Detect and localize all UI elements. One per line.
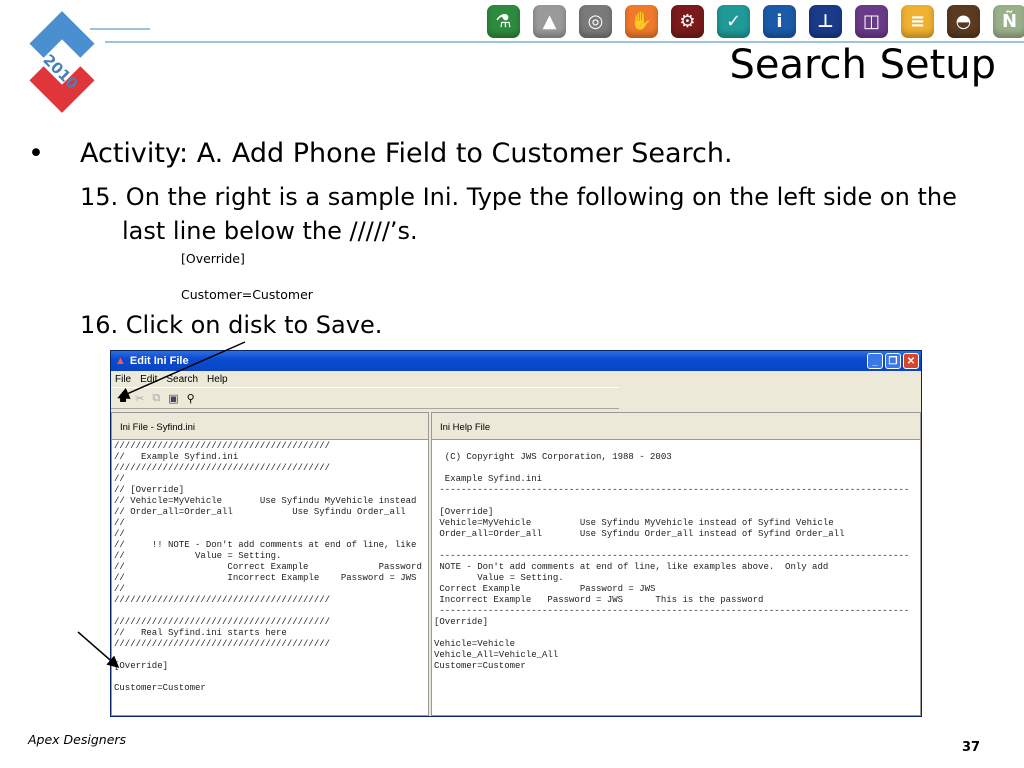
footer-company: Apex Designers — [28, 732, 127, 747]
arrow-to-override — [77, 631, 120, 668]
page-number: 37 — [962, 740, 981, 755]
annotation-arrows — [77, 341, 246, 668]
arrow-to-save — [117, 341, 246, 399]
